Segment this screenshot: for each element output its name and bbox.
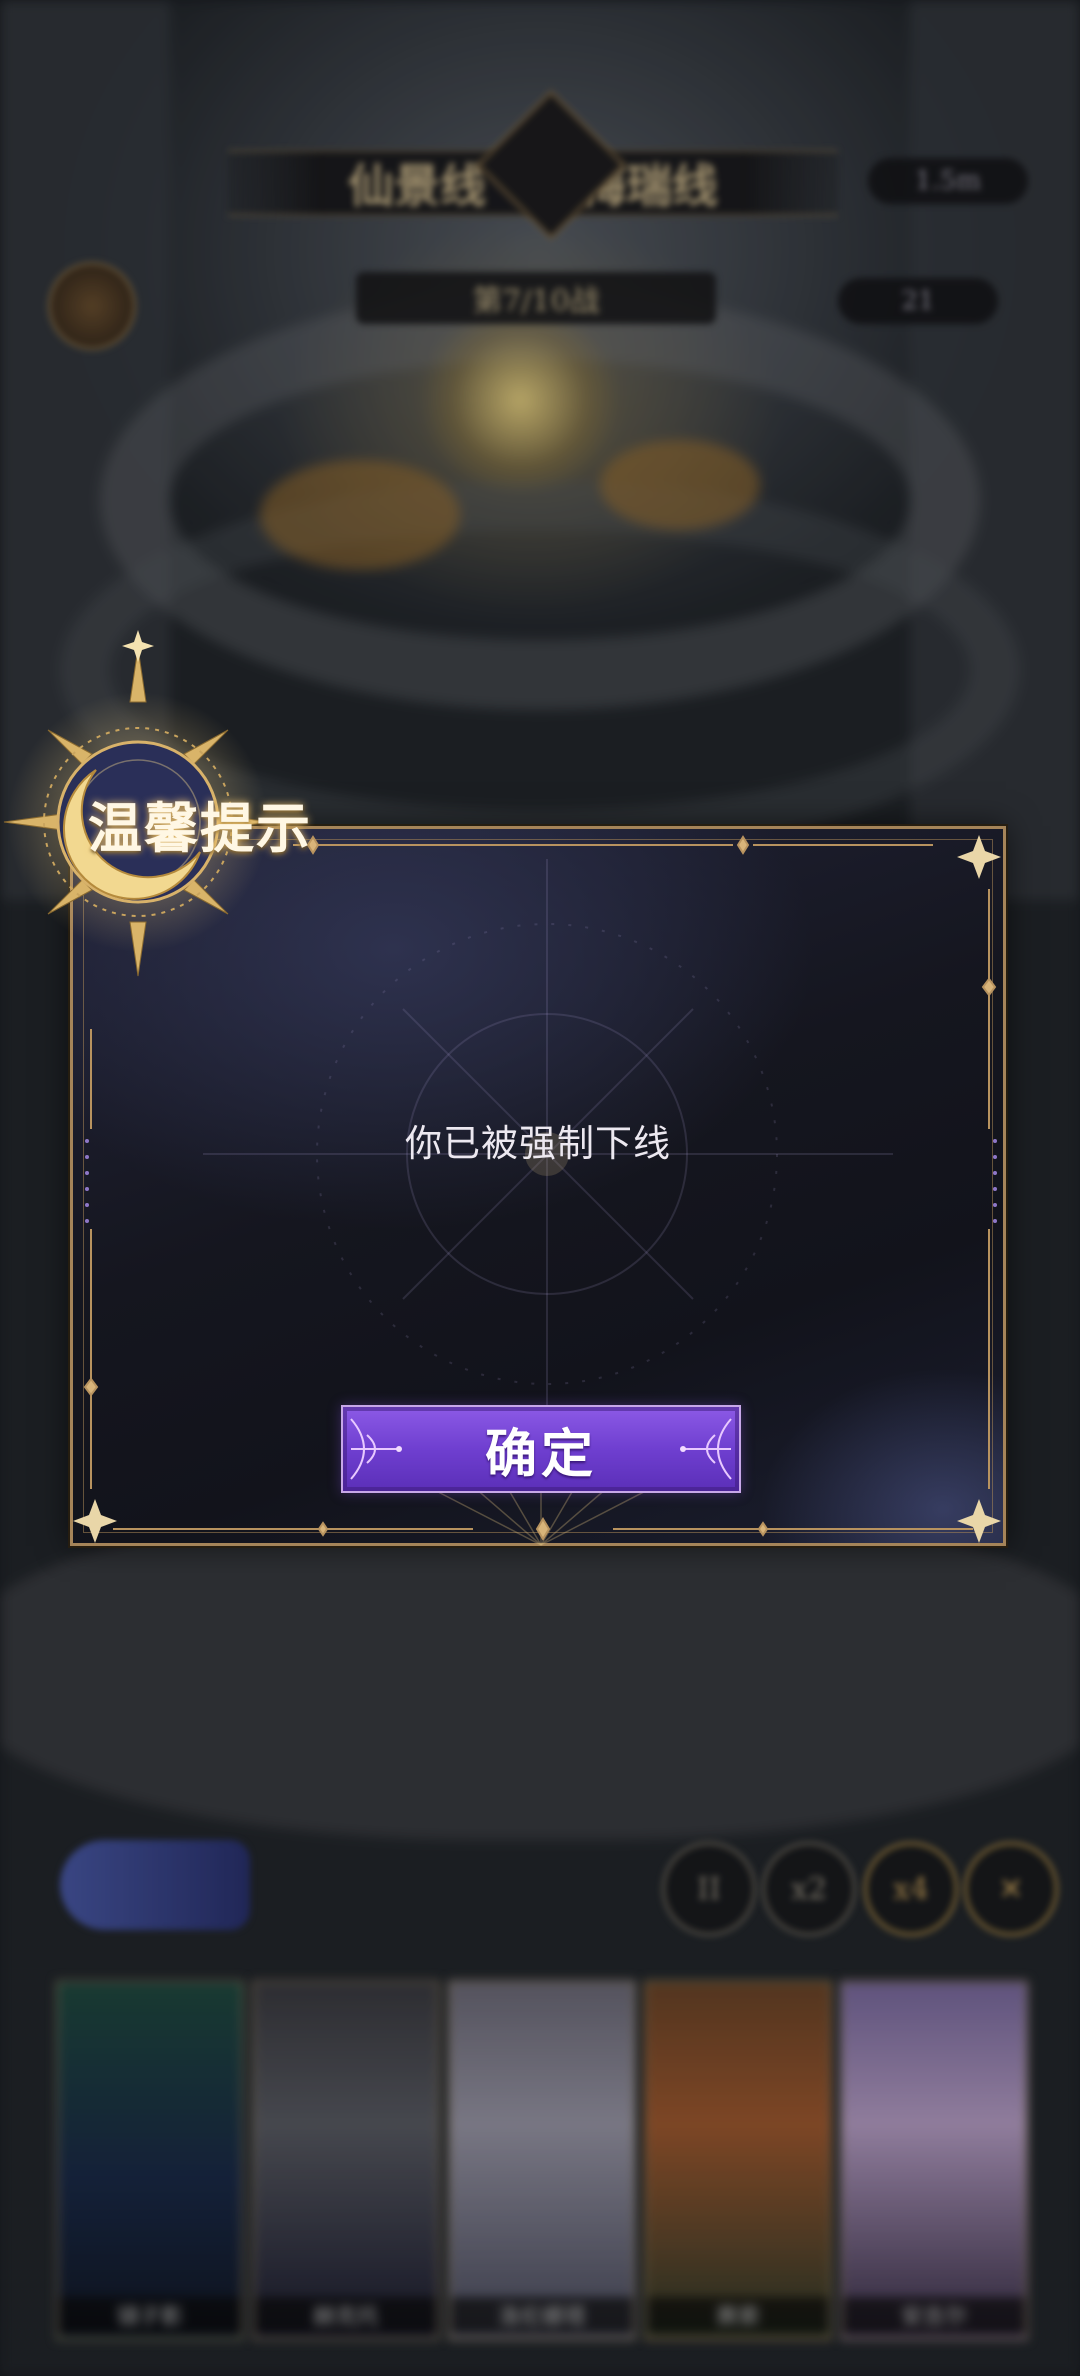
dialog-title: 温馨提示 xyxy=(88,796,312,860)
button-right-ornament xyxy=(680,1418,732,1480)
button-left-ornament xyxy=(350,1418,402,1480)
confirm-button-label: 确定 xyxy=(484,1423,597,1485)
dialog-message: 你已被强制下线 xyxy=(405,1122,671,1165)
confirm-button[interactable]: 确定 xyxy=(341,1405,741,1493)
